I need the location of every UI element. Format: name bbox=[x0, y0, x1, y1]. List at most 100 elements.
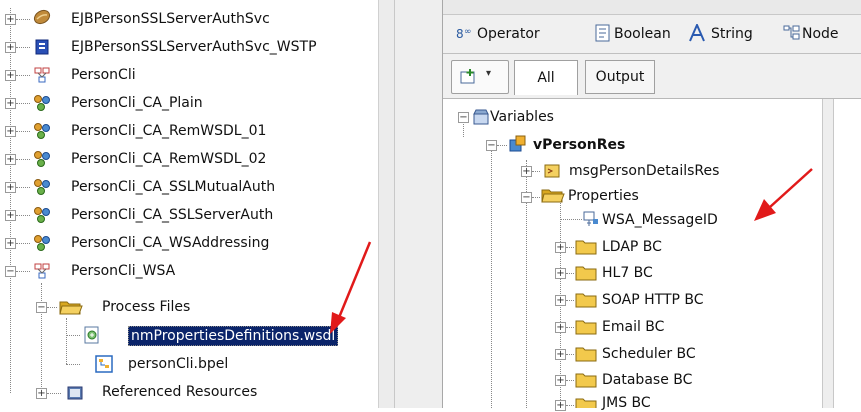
pane-divider[interactable] bbox=[394, 0, 443, 408]
left-scrollbar[interactable] bbox=[378, 0, 395, 408]
expand-toggle[interactable]: + bbox=[5, 154, 16, 165]
bpel-project-icon bbox=[34, 67, 50, 83]
expand-toggle[interactable]: + bbox=[555, 400, 566, 411]
wsa-messageid-label[interactable]: WSA_MessageID bbox=[602, 211, 718, 229]
tab-output-label: Output bbox=[595, 69, 645, 85]
nodes-icon bbox=[783, 25, 800, 40]
tree-item-label[interactable]: PersonCli_CA_SSLMutualAuth bbox=[71, 178, 275, 196]
expand-toggle[interactable]: + bbox=[521, 166, 532, 177]
process-files-label[interactable]: Process Files bbox=[102, 298, 190, 316]
expand-toggle[interactable]: + bbox=[5, 126, 16, 137]
folder-label[interactable]: SOAP HTTP BC bbox=[602, 291, 704, 309]
folder-label[interactable]: LDAP BC bbox=[602, 238, 662, 256]
nodes-button[interactable]: Node bbox=[802, 21, 839, 47]
boolean-icon bbox=[595, 24, 610, 42]
folder-icon bbox=[575, 398, 597, 408]
boolean-button[interactable]: Boolean bbox=[614, 21, 671, 47]
operator-button[interactable]: Operator bbox=[477, 21, 540, 47]
properties-label[interactable]: Properties bbox=[568, 187, 639, 205]
tab-output[interactable]: Output bbox=[585, 60, 655, 94]
tree-item-label[interactable]: PersonCli bbox=[71, 66, 136, 84]
expand-toggle[interactable]: + bbox=[5, 182, 16, 193]
tree-item-label[interactable]: PersonCli_CA_RemWSDL_01 bbox=[71, 122, 266, 140]
folder-label[interactable]: Database BC bbox=[602, 371, 692, 389]
tree-guide-line bbox=[66, 318, 67, 364]
expand-toggle[interactable]: + bbox=[5, 98, 16, 109]
collapse-toggle[interactable]: − bbox=[521, 192, 532, 203]
folder-icon bbox=[575, 373, 597, 388]
referenced-resources-icon bbox=[67, 386, 83, 400]
expand-toggle[interactable]: + bbox=[5, 14, 16, 25]
collapse-toggle[interactable]: − bbox=[486, 140, 497, 151]
expand-toggle[interactable]: + bbox=[36, 388, 47, 399]
collapse-toggle[interactable]: − bbox=[36, 302, 47, 313]
tree-guide-line bbox=[41, 283, 42, 393]
folder-label[interactable]: Scheduler BC bbox=[602, 345, 696, 363]
expand-toggle[interactable]: + bbox=[5, 42, 16, 53]
folder-label[interactable]: JMS BC bbox=[602, 394, 651, 412]
expand-toggle[interactable]: + bbox=[5, 70, 16, 81]
expand-toggle[interactable]: + bbox=[555, 242, 566, 253]
collapse-toggle[interactable]: − bbox=[5, 266, 16, 277]
bpel-project-icon bbox=[34, 263, 50, 279]
string-icon bbox=[689, 24, 705, 42]
operator-icon: 8 ∞ bbox=[456, 27, 472, 41]
open-folder-icon bbox=[59, 301, 83, 315]
add-filter-dropdown[interactable]: ▾ bbox=[451, 60, 509, 94]
bpel-file-item[interactable]: personCli.bpel bbox=[128, 355, 228, 373]
expand-toggle[interactable]: + bbox=[555, 349, 566, 360]
chevron-down-icon: ▾ bbox=[486, 68, 492, 79]
composite-app-icon bbox=[34, 151, 50, 167]
mapper-canvas-divider[interactable] bbox=[822, 99, 834, 408]
variables-label[interactable]: Variables bbox=[490, 108, 554, 126]
tree-item-label[interactable]: PersonCli_CA_WSAddressing bbox=[71, 234, 269, 252]
composite-app-icon bbox=[34, 95, 50, 111]
add-filter-icon bbox=[460, 69, 475, 84]
folder-icon bbox=[575, 293, 597, 308]
folder-icon bbox=[575, 347, 597, 362]
composite-app-icon bbox=[34, 207, 50, 223]
tree-item-label[interactable]: PersonCli_CA_Plain bbox=[71, 94, 203, 112]
variable-icon bbox=[509, 135, 526, 152]
wsdl-file-item[interactable]: nmPropertiesDefinitions.wsdl bbox=[128, 326, 339, 346]
composite-app-icon bbox=[34, 123, 50, 139]
variables-icon bbox=[473, 109, 489, 125]
vpersonres-label[interactable]: vPersonRes bbox=[533, 136, 625, 154]
expand-toggle[interactable]: + bbox=[555, 375, 566, 386]
msg-label[interactable]: msgPersonDetailsRes bbox=[569, 162, 719, 180]
wsdl-file-icon bbox=[84, 326, 99, 344]
expand-toggle[interactable]: + bbox=[555, 295, 566, 306]
tree-item-label[interactable]: EJBPersonSSLServerAuthSvc bbox=[71, 10, 270, 28]
folder-icon bbox=[575, 266, 597, 281]
svg-text:8: 8 bbox=[456, 27, 464, 41]
referenced-resources-label[interactable]: Referenced Resources bbox=[102, 383, 257, 401]
tree-item-label[interactable]: EJBPersonSSLServerAuthSvc_WSTP bbox=[71, 38, 317, 56]
tree-item-label[interactable]: PersonCli_CA_RemWSDL_02 bbox=[71, 150, 266, 168]
collapse-toggle[interactable]: − bbox=[458, 112, 469, 123]
composite-app-icon bbox=[34, 179, 50, 195]
folder-icon bbox=[575, 320, 597, 335]
message-part-icon bbox=[544, 164, 560, 178]
open-folder-icon bbox=[541, 189, 565, 203]
red-arrow-annotation bbox=[754, 168, 813, 221]
folder-icon bbox=[575, 240, 597, 255]
folder-label[interactable]: Email BC bbox=[602, 318, 664, 336]
property-icon bbox=[583, 211, 598, 226]
expand-toggle[interactable]: + bbox=[5, 210, 16, 221]
tree-item-label[interactable]: PersonCli_WSA bbox=[71, 262, 175, 280]
tab-all[interactable]: All bbox=[514, 60, 578, 95]
tree-guide-line bbox=[491, 140, 492, 408]
tree-guide-line bbox=[10, 8, 11, 393]
project-tree-pane bbox=[0, 0, 394, 408]
folder-label[interactable]: HL7 BC bbox=[602, 264, 653, 282]
ejb-bean-icon bbox=[33, 9, 51, 25]
expand-toggle[interactable]: + bbox=[555, 268, 566, 279]
expand-toggle[interactable]: + bbox=[5, 238, 16, 249]
expand-toggle[interactable]: + bbox=[555, 322, 566, 333]
red-arrow-annotation bbox=[330, 241, 372, 334]
pane-header-strip bbox=[443, 0, 861, 15]
composite-app-icon bbox=[34, 235, 50, 251]
svg-text:∞: ∞ bbox=[464, 27, 472, 37]
string-button[interactable]: String bbox=[711, 21, 753, 47]
tree-item-label[interactable]: PersonCli_CA_SSLServerAuth bbox=[71, 206, 273, 224]
